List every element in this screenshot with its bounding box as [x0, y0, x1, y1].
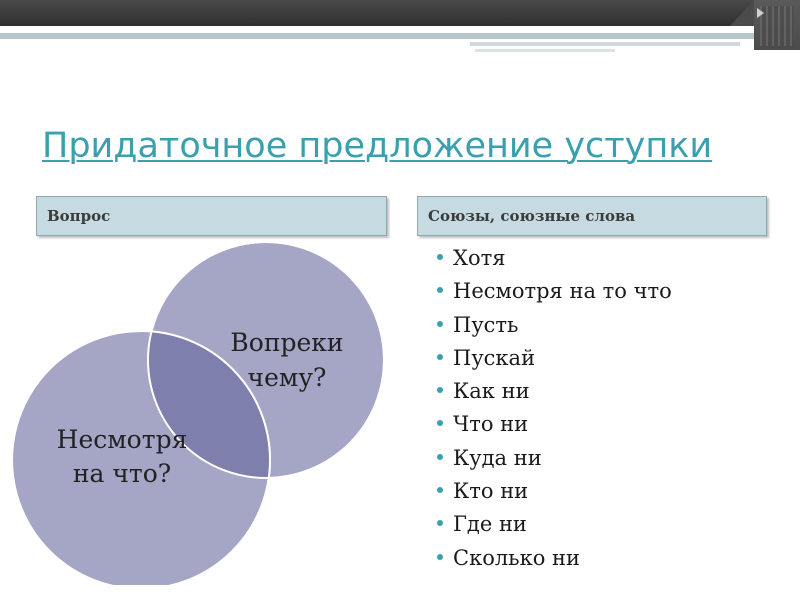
top-stripe-3 [475, 49, 615, 52]
corner-triangle [730, 0, 754, 26]
venn-top-label-line1: Вопреки [230, 328, 343, 357]
top-decorative-bar [0, 0, 800, 26]
bullet-icon [437, 287, 443, 294]
bullet-icon [437, 487, 443, 494]
list-item-text: Хотя [453, 246, 506, 270]
bullet-icon [437, 520, 443, 527]
corner-pattern [760, 6, 794, 46]
bullet-icon [437, 320, 443, 327]
list-item: Хотя [437, 244, 672, 277]
list-item: Сколько ни [437, 544, 672, 577]
play-arrow-icon [757, 8, 764, 18]
top-stripe-2 [470, 42, 740, 46]
list-item-text: Где ни [453, 512, 527, 537]
venn-bottom-label-line1: Несмотря [57, 425, 188, 454]
list-item-text: Куда ни [453, 445, 542, 470]
venn-bottom-label-line2: на что? [73, 459, 171, 488]
header-question: Вопрос [36, 196, 387, 236]
header-conjunctions: Союзы, союзные слова [417, 196, 767, 236]
bullet-icon [437, 254, 443, 260]
venn-top-label-line2: чему? [248, 363, 327, 392]
bullet-icon [437, 420, 443, 427]
top-stripe-1 [0, 33, 800, 39]
list-item-text: Кто ни [453, 479, 529, 504]
list-item-text: Что ни [453, 412, 529, 437]
list-item-text: Сколько ни [453, 545, 581, 570]
list-item: Кто ни [437, 477, 672, 510]
conjunctions-list: Хотя Несмотря на то что Пусть Пускай Как… [437, 244, 672, 577]
bullet-icon [437, 553, 443, 560]
list-item-text: Пусть [453, 312, 519, 337]
list-item-text: Несмотря на то что [453, 279, 672, 304]
list-item: Пускай [437, 344, 672, 377]
venn-diagram: Вопреки чему? Несмотря на что? [11, 241, 385, 585]
list-item-text: Как ни [453, 379, 530, 404]
bullet-icon [437, 387, 443, 394]
list-item: Где ни [437, 510, 672, 543]
list-item: Что ни [437, 410, 672, 443]
list-item: Несмотря на то что [437, 277, 672, 310]
bullet-icon [437, 353, 443, 360]
list-item: Пусть [437, 311, 672, 344]
slide-title: Придаточное предложение уступки [42, 126, 713, 166]
list-item-text: Пускай [453, 345, 536, 370]
list-item: Как ни [437, 377, 672, 410]
list-item: Куда ни [437, 444, 672, 477]
bullet-icon [437, 453, 443, 460]
